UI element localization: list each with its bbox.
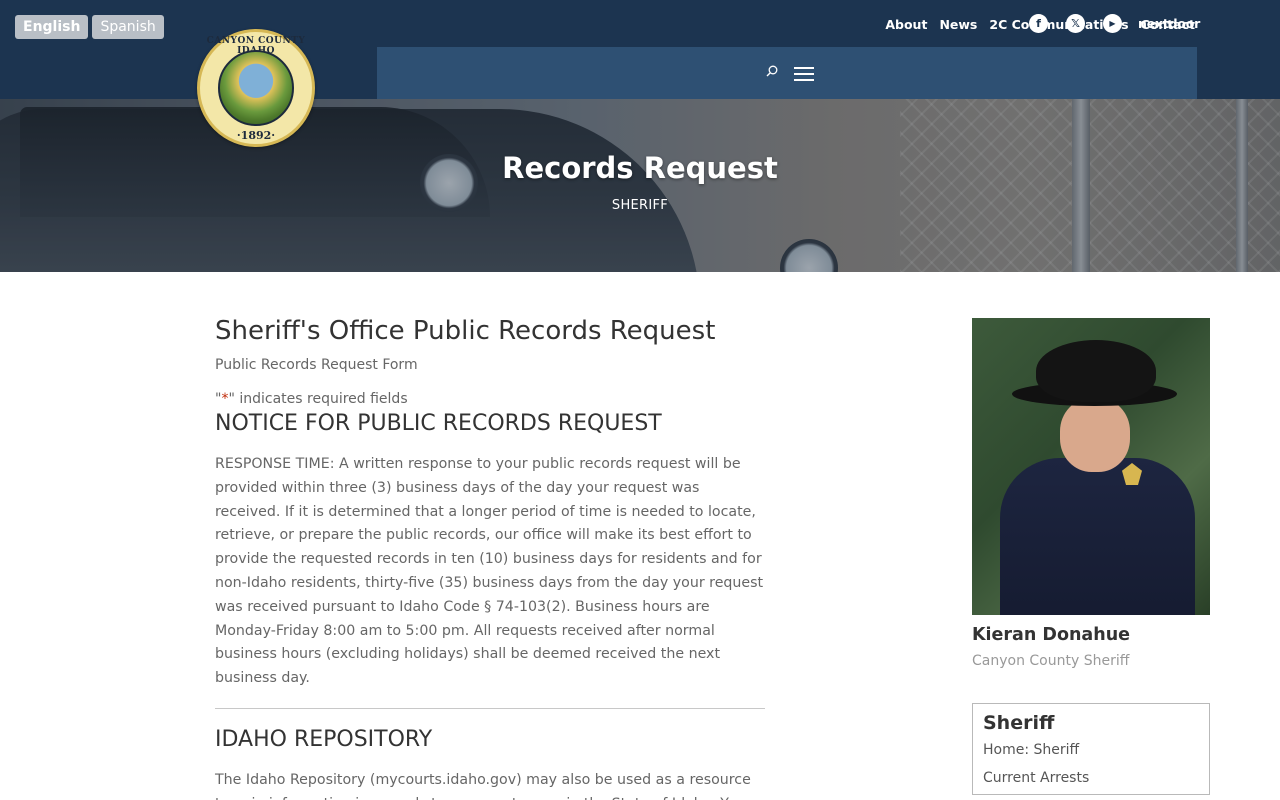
- seal-emblem: [218, 50, 294, 126]
- main-nav-panel: [377, 47, 1197, 99]
- spanish-button[interactable]: Spanish: [92, 15, 164, 39]
- hamburger-menu-icon[interactable]: [794, 67, 814, 81]
- search-icon[interactable]: [766, 65, 778, 77]
- hero-banner: Records Request SHERIFF: [0, 99, 1280, 272]
- sheriff-photo: [972, 318, 1210, 615]
- form-title: Public Records Request Form: [215, 357, 418, 373]
- nav-about[interactable]: About: [885, 17, 927, 32]
- page-title: Records Request: [502, 151, 778, 185]
- notice-text: RESPONSE TIME: A written response to you…: [215, 456, 764, 687]
- sidebar: Kieran Donahue Canyon County Sheriff She…: [972, 318, 1210, 795]
- hero-overlay: [0, 99, 1280, 272]
- nextdoor-link[interactable]: nextdoor: [1138, 16, 1200, 31]
- sidebar-link-home[interactable]: Home: Sheriff: [983, 742, 1199, 758]
- required-fields-note: "*" indicates required fields: [215, 391, 765, 407]
- seal-year: ·1892·: [236, 129, 276, 142]
- form-heading: Sheriff's Office Public Records Request: [215, 316, 716, 346]
- sheriff-menu-title: Sheriff: [983, 712, 1055, 734]
- facebook-icon[interactable]: f: [1029, 14, 1048, 33]
- site-header: English Spanish About News 2C Communicat…: [0, 0, 1280, 99]
- main-content: Sheriff's Office Public Records Request …: [215, 315, 765, 800]
- section-divider: [215, 707, 765, 709]
- sheriff-title: Canyon County Sheriff: [972, 653, 1130, 669]
- county-seal-logo[interactable]: CANYON COUNTY IDAHO ·1892·: [197, 29, 315, 147]
- photo-hat: [1036, 340, 1156, 402]
- photo-uniform: [1000, 458, 1195, 615]
- sheriff-menu-box: Sheriff Home: Sheriff Current Arrests: [972, 703, 1210, 795]
- english-button[interactable]: English: [15, 15, 89, 39]
- nav-news[interactable]: News: [939, 17, 977, 32]
- sheriff-name: Kieran Donahue: [972, 625, 1131, 645]
- repository-text: The Idaho Repository (mycourts.idaho.gov…: [215, 771, 751, 800]
- notice-heading: NOTICE FOR PUBLIC RECORDS REQUEST: [215, 411, 662, 436]
- x-icon[interactable]: 𝕏: [1066, 14, 1085, 33]
- sidebar-link-current-arrests[interactable]: Current Arrests: [983, 770, 1199, 786]
- required-note-suffix: " indicates required fields: [228, 391, 408, 407]
- repository-heading: IDAHO REPOSITORY: [215, 726, 433, 752]
- language-switcher: English Spanish: [15, 15, 164, 39]
- page-subtitle: SHERIFF: [611, 198, 669, 213]
- social-links: f 𝕏 ▶: [1029, 14, 1122, 33]
- youtube-icon[interactable]: ▶: [1103, 14, 1122, 33]
- photo-face: [1060, 398, 1130, 472]
